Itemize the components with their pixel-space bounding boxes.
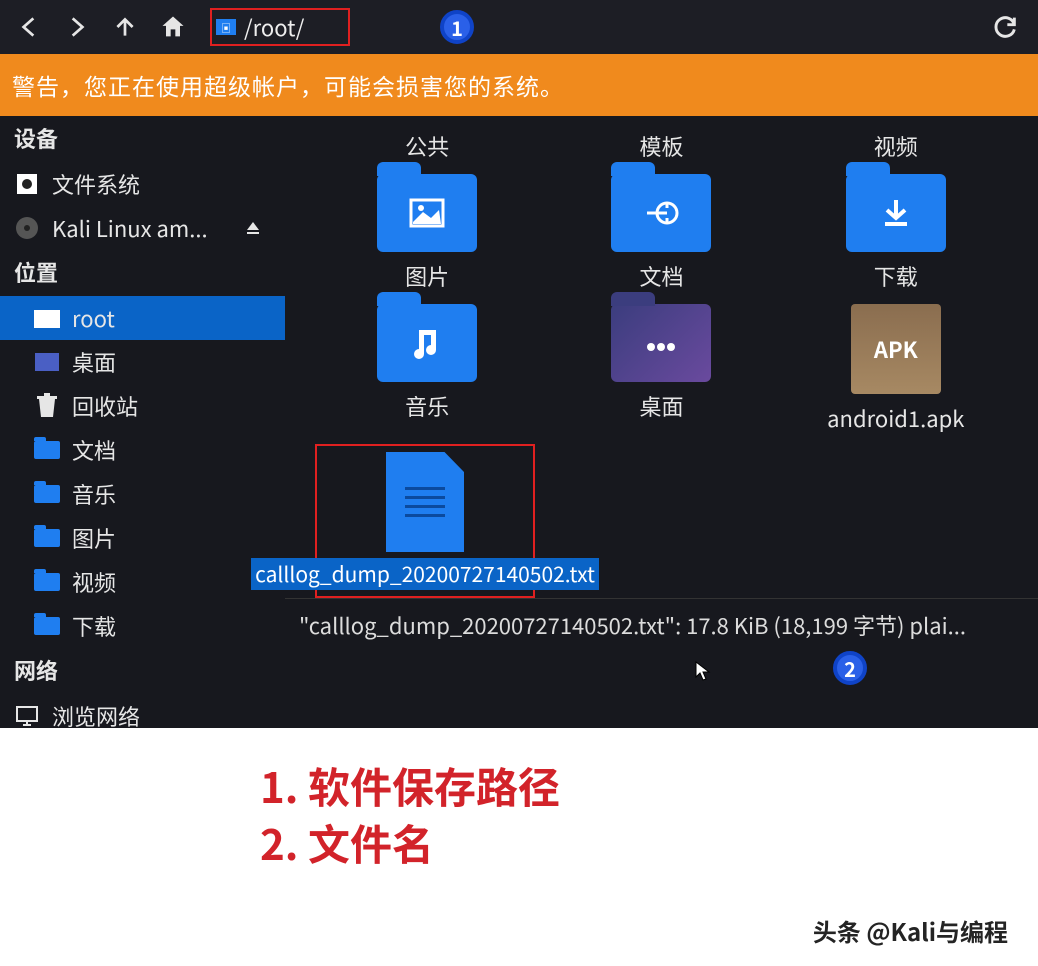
sidebar-item-root[interactable]: root <box>0 296 285 340</box>
sidebar-section-places: 位置 <box>0 250 285 296</box>
eject-icon[interactable] <box>245 220 261 236</box>
annotation-number: 2. <box>260 812 298 873</box>
folder-public[interactable]: 公共 <box>327 126 527 166</box>
sidebar-item-label: 视频 <box>72 566 116 598</box>
file-manager-window: ▣ /root/ 1 警告，您正在使用超级帐户，可能会损害您的系统。 设备 文件… <box>0 0 1038 728</box>
item-label: 图片 <box>405 260 449 292</box>
apk-icon: APK <box>851 304 941 394</box>
folder-icon <box>34 481 60 507</box>
folder-templates[interactable]: 模板 <box>561 126 761 166</box>
disc-icon <box>14 215 40 241</box>
item-label: calllog_dump_20200727140502.txt <box>251 558 599 590</box>
root-warning-bar: 警告，您正在使用超级帐户，可能会损害您的系统。 <box>0 54 1038 116</box>
annotation-text: 文件名 <box>308 812 434 873</box>
sidebar-item-label: 回收站 <box>72 390 138 422</box>
sidebar-item-label: 浏览网络 <box>52 700 140 728</box>
forward-button[interactable] <box>54 4 100 50</box>
callout-2: 2 <box>833 651 867 685</box>
sidebar-item-desktop[interactable]: 桌面 <box>0 340 285 384</box>
folder-icon <box>34 525 60 551</box>
item-label: 音乐 <box>405 390 449 422</box>
sidebar-item-label: 音乐 <box>72 478 116 510</box>
sidebar-section-network: 网络 <box>0 648 285 694</box>
sidebar-item-music[interactable]: 音乐 <box>0 472 285 516</box>
sidebar-item-label: 文档 <box>72 434 116 466</box>
folder-icon <box>34 305 60 331</box>
cursor-icon <box>695 661 711 681</box>
folder-icon <box>34 437 60 463</box>
sidebar-item-label: 下载 <box>72 610 116 642</box>
sidebar-item-label: Kali Linux am... <box>52 212 208 244</box>
folder-icon <box>846 174 946 252</box>
item-label: android1.apk <box>827 402 964 434</box>
folder-icon <box>377 174 477 252</box>
folder-downloads[interactable]: 下载 <box>796 170 996 296</box>
sidebar-item-label: 图片 <box>72 522 116 554</box>
body: 设备 文件系统 Kali Linux am... 位置 root <box>0 116 1038 728</box>
file-apk[interactable]: APK android1.apk <box>796 300 996 438</box>
item-label: 下载 <box>874 260 918 292</box>
trash-icon <box>34 393 60 419</box>
path-text: /root/ <box>244 11 304 43</box>
folder-icon <box>611 304 711 382</box>
sidebar-item-kali-media[interactable]: Kali Linux am... <box>0 206 285 250</box>
file-view[interactable]: 公共 模板 视频 图片 文档 下载 音乐 <box>285 116 1038 728</box>
sidebar-item-trash[interactable]: 回收站 <box>0 384 285 428</box>
status-bar: "calllog_dump_20200727140502.txt": 17.8 … <box>285 598 1038 653</box>
folder-desktop[interactable]: 桌面 <box>561 300 761 438</box>
folder-documents[interactable]: 文档 <box>561 170 761 296</box>
sidebar-item-browse-network[interactable]: 浏览网络 <box>0 694 285 728</box>
home-button[interactable] <box>150 4 196 50</box>
sidebar: 设备 文件系统 Kali Linux am... 位置 root <box>0 116 285 728</box>
sidebar-item-label: 桌面 <box>72 346 116 378</box>
refresh-button[interactable] <box>982 4 1028 50</box>
watermark-credit: 头条 @Kali与编程 <box>813 913 1008 948</box>
text-file-icon <box>386 452 464 552</box>
sidebar-item-label: 文件系统 <box>52 168 140 200</box>
annotation-number: 1. <box>260 755 298 816</box>
item-label: 公共 <box>405 130 449 162</box>
item-label: 视频 <box>874 130 918 162</box>
item-label: 模板 <box>639 130 683 162</box>
folder-pictures[interactable]: 图片 <box>327 170 527 296</box>
item-label: 文档 <box>639 260 683 292</box>
folder-music[interactable]: 音乐 <box>327 300 527 438</box>
back-button[interactable] <box>6 4 52 50</box>
toolbar: ▣ /root/ 1 <box>0 0 1038 54</box>
folder-videos[interactable]: 视频 <box>796 126 996 166</box>
callout-1: 1 <box>440 10 474 44</box>
sidebar-section-devices: 设备 <box>0 116 285 162</box>
network-icon <box>14 703 40 728</box>
sidebar-item-label: root <box>72 302 115 334</box>
sidebar-item-videos[interactable]: 视频 <box>0 560 285 604</box>
folder-icon <box>34 569 60 595</box>
drive-icon <box>14 171 40 197</box>
sidebar-item-documents[interactable]: 文档 <box>0 428 285 472</box>
folder-icon <box>377 304 477 382</box>
annotation-legend: 1. 软件保存路径 2. 文件名 <box>0 728 1038 871</box>
sidebar-item-filesystem[interactable]: 文件系统 <box>0 162 285 206</box>
desktop-icon <box>34 349 60 375</box>
annotation-text: 软件保存路径 <box>308 755 560 816</box>
path-picture-icon: ▣ <box>216 19 236 35</box>
item-label: 桌面 <box>639 390 683 422</box>
path-bar[interactable]: ▣ /root/ <box>210 8 350 46</box>
folder-icon <box>34 613 60 639</box>
sidebar-item-pictures[interactable]: 图片 <box>0 516 285 560</box>
folder-icon <box>611 174 711 252</box>
sidebar-item-downloads[interactable]: 下载 <box>0 604 285 648</box>
up-button[interactable] <box>102 4 148 50</box>
file-calllog-txt[interactable]: calllog_dump_20200727140502.txt <box>315 444 535 598</box>
